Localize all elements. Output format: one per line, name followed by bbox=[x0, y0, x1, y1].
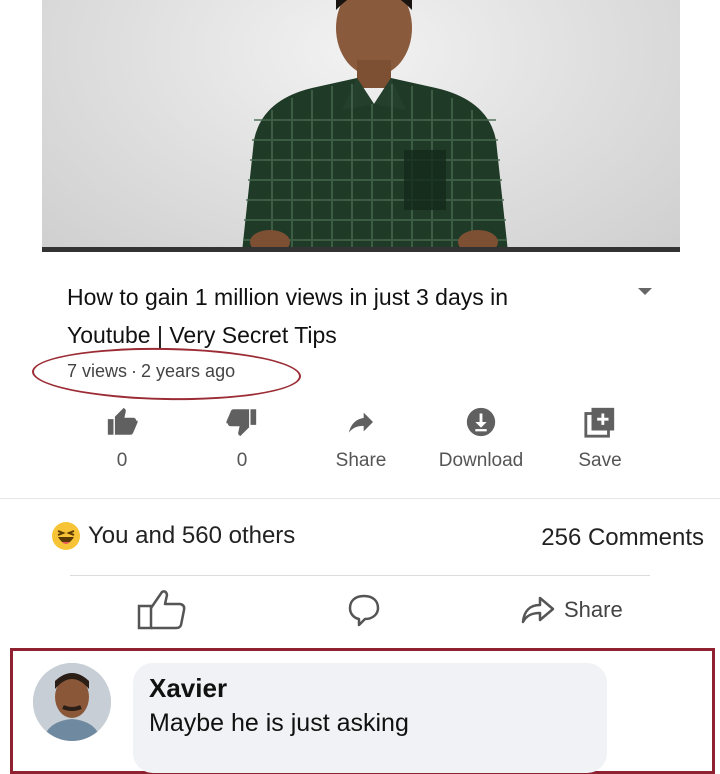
share-post-button[interactable]: Share bbox=[520, 588, 623, 632]
share-post-label: Share bbox=[564, 597, 623, 622]
thumbnail-bottom-edge bbox=[42, 247, 680, 252]
download-label: Download bbox=[438, 450, 524, 471]
reactions-summary[interactable]: You and 560 others bbox=[52, 522, 295, 550]
add-to-playlist-icon bbox=[584, 407, 615, 438]
comment-button[interactable] bbox=[346, 588, 382, 632]
share-button[interactable]: Share bbox=[306, 402, 416, 472]
dislike-count: 0 bbox=[236, 450, 248, 471]
download-icon bbox=[466, 407, 496, 437]
highlight-circle bbox=[31, 345, 302, 403]
thumbs-up-outline-icon bbox=[137, 590, 186, 630]
download-button[interactable]: Download bbox=[426, 402, 536, 472]
haha-reaction-icon bbox=[52, 522, 80, 550]
comment-bubble[interactable]: Xavier Maybe he is just asking bbox=[133, 663, 607, 773]
video-thumbnail[interactable] bbox=[42, 0, 680, 252]
video-action-bar: 0 0 Share Download Save bbox=[42, 402, 680, 482]
share-label: Share bbox=[335, 450, 387, 471]
comment-author[interactable]: Xavier bbox=[149, 673, 227, 704]
divider bbox=[70, 575, 650, 576]
save-button[interactable]: Save bbox=[545, 402, 655, 472]
comments-count[interactable]: 256 Comments bbox=[541, 524, 704, 552]
thumbs-up-icon bbox=[107, 407, 138, 435]
share-outline-icon bbox=[521, 596, 555, 624]
chevron-down-icon[interactable] bbox=[638, 288, 652, 295]
video-title[interactable]: How to gain 1 million views in just 3 da… bbox=[67, 278, 607, 354]
comment-bubble-icon bbox=[348, 594, 380, 627]
video-card: How to gain 1 million views in just 3 da… bbox=[31, 0, 680, 498]
highlighted-comment: Xavier Maybe he is just asking bbox=[10, 648, 715, 774]
share-arrow-icon bbox=[349, 412, 373, 433]
dislike-button[interactable]: 0 bbox=[187, 402, 297, 472]
comment-text: Maybe he is just asking bbox=[149, 709, 409, 737]
video-title-line-1: How to gain 1 million views in just 3 da… bbox=[67, 284, 509, 310]
like-post-button[interactable] bbox=[136, 588, 188, 632]
reactions-text: You and 560 others bbox=[88, 522, 296, 549]
divider bbox=[0, 498, 720, 499]
save-label: Save bbox=[578, 450, 622, 471]
like-count: 0 bbox=[116, 450, 128, 471]
avatar[interactable] bbox=[33, 663, 111, 741]
like-button[interactable]: 0 bbox=[67, 402, 177, 472]
thumbs-down-icon bbox=[226, 409, 257, 437]
presenter-image bbox=[242, 0, 508, 252]
